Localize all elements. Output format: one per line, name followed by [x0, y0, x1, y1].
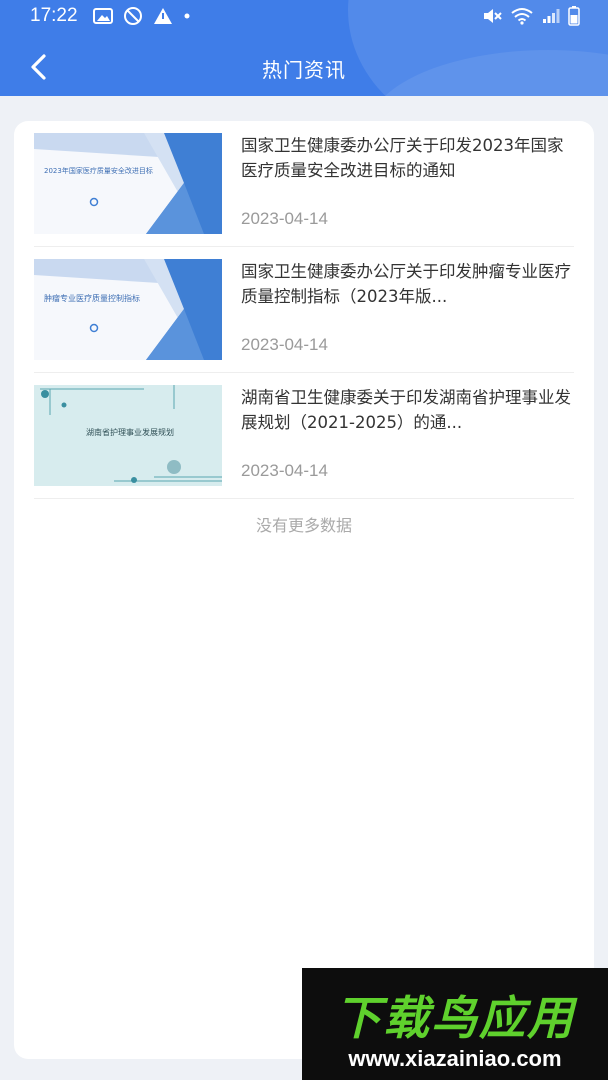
watermark-url: www.xiazainiao.com	[348, 1046, 562, 1071]
news-item[interactable]: 2023年国家医疗质量安全改进目标 国家卫生健康委办公厅关于印发2023年国家医…	[34, 121, 574, 247]
news-thumbnail: 2023年国家医疗质量安全改进目标	[34, 133, 222, 234]
watermark-logo: 下载鸟应用 www.xiazainiao.com	[302, 968, 608, 1080]
news-title[interactable]: 湖南省卫生健康委关于印发湖南省护理事业发展规划（2021-2025）的通...	[241, 385, 571, 435]
page-title: 热门资讯	[262, 58, 346, 82]
no-more-data-text: 没有更多数据	[255, 516, 352, 535]
news-thumbnail: 湖南省护理事业发展规划	[34, 385, 222, 486]
news-item[interactable]: 湖南省护理事业发展规划 湖南省卫生健康委关于印发湖南省护理事业发展规划（2021…	[34, 373, 574, 499]
signal-icon	[543, 9, 560, 23]
header: 17:22 热门资讯	[0, 0, 608, 96]
thumb-caption: 湖南省护理事业发展规划	[86, 427, 174, 437]
news-list-card: 2023年国家医疗质量安全改进目标 国家卫生健康委办公厅关于印发2023年国家医…	[14, 121, 594, 1059]
news-title[interactable]: 国家卫生健康委办公厅关于印发肿瘤专业医疗质量控制指标（2023年版...	[241, 259, 571, 309]
news-date: 2023-04-14	[241, 209, 328, 228]
news-item[interactable]: 肿瘤专业医疗质量控制指标 国家卫生健康委办公厅关于印发肿瘤专业医疗质量控制指标（…	[34, 247, 574, 373]
thumb-caption: 肿瘤专业医疗质量控制指标	[44, 293, 140, 303]
wifi-icon	[511, 8, 533, 25]
news-date: 2023-04-14	[241, 461, 328, 480]
nav-bar: 热门资讯	[0, 40, 608, 96]
news-thumbnail: 肿瘤专业医疗质量控制指标	[34, 259, 222, 360]
warning-icon	[154, 8, 172, 24]
gallery-icon	[93, 8, 113, 24]
mute-icon	[484, 9, 502, 23]
watermark-brand: 下载鸟应用	[335, 991, 575, 1045]
news-title[interactable]: 国家卫生健康委办公厅关于印发2023年国家医疗质量安全改进目标的通知	[241, 133, 571, 183]
news-date: 2023-04-14	[241, 335, 328, 354]
dot-icon	[184, 13, 190, 19]
blocked-icon	[124, 7, 142, 25]
battery-icon	[568, 6, 580, 26]
thumb-caption: 2023年国家医疗质量安全改进目标	[44, 166, 153, 175]
status-time: 17:22	[30, 5, 78, 26]
status-bar: 17:22	[0, 0, 608, 34]
